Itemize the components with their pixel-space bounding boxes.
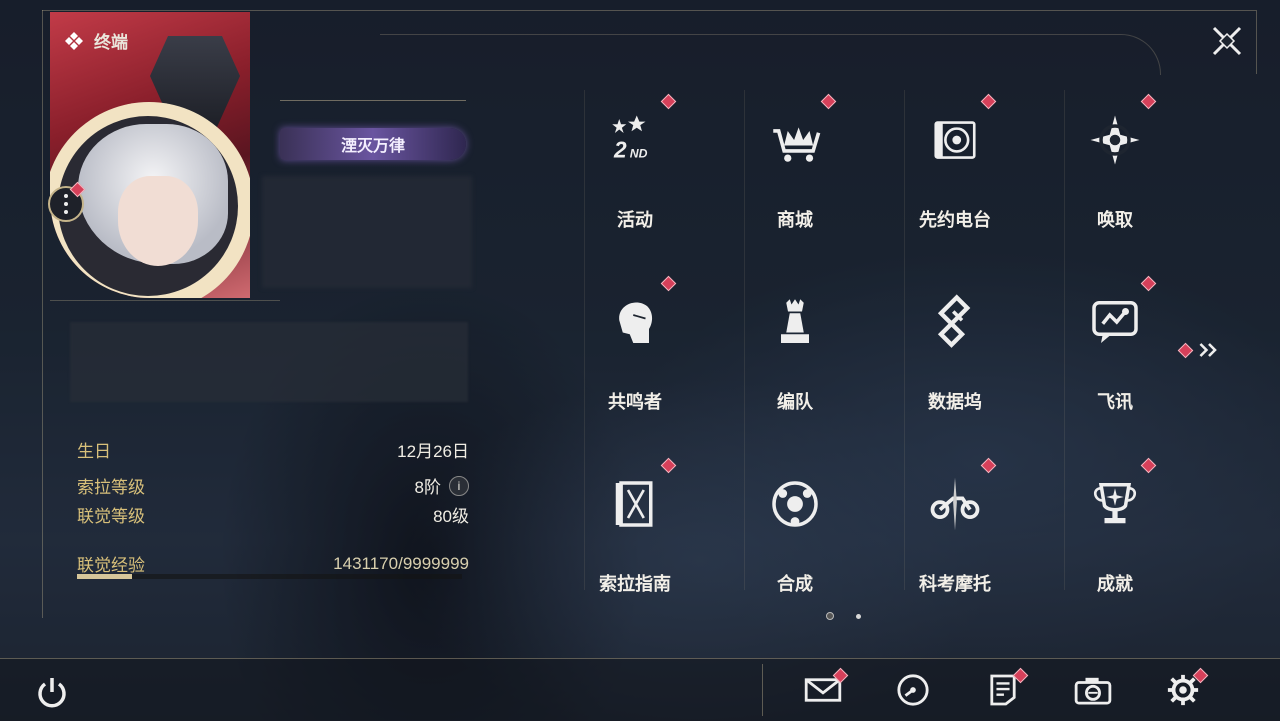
info-value: 12月26日 [397, 442, 469, 461]
menu-tile-label: 先约电台 [919, 210, 991, 230]
menu-tile-synthesis[interactable]: 合成 [735, 462, 855, 612]
menu-tile-achievements[interactable]: 成就 [1055, 457, 1175, 612]
profile-menu-button[interactable] [48, 181, 86, 222]
info-sola-level: 索拉等级 8阶 i [77, 473, 469, 498]
info-icon[interactable]: i [449, 475, 469, 496]
close-icon[interactable] [1206, 20, 1248, 62]
info-union-level: 联觉等级 80级 [77, 502, 469, 527]
avatar [58, 116, 238, 296]
clock-button[interactable] [893, 672, 933, 708]
mail-icon [804, 678, 842, 702]
terminal-header: 终端 [64, 28, 128, 53]
exp-progress-bar [77, 574, 462, 579]
menu-tile-label: 科考摩托 [919, 574, 991, 594]
info-value: 8阶 [414, 478, 441, 497]
camera-icon [1074, 677, 1112, 705]
title-badge-label: 湮灭万律 [340, 138, 405, 155]
menu-tile-label: 共鸣者 [608, 392, 662, 412]
menu-tile-motorbike[interactable]: 科考摩托 [895, 457, 1015, 612]
player-name-blurred [262, 176, 472, 288]
menu-tile-label: 数据坞 [928, 392, 982, 412]
info-label: 生日 [77, 442, 111, 461]
svg-text:2: 2 [613, 137, 627, 163]
bottom-separator [762, 664, 763, 716]
player-portrait[interactable] [50, 12, 250, 298]
title-badge[interactable]: 湮灭万律 [280, 128, 466, 160]
settings-button[interactable] [1163, 667, 1209, 708]
menu-tile-messages[interactable]: 飞讯 [1055, 275, 1175, 430]
camera-button[interactable] [1073, 672, 1113, 708]
frame-border-right [1256, 10, 1257, 74]
frame-border-top [42, 10, 1256, 11]
menu-tile-team[interactable]: 编队 [735, 280, 855, 430]
trophy-icon [1083, 472, 1147, 536]
info-label: 联觉经验 [77, 556, 145, 575]
character-head-icon [603, 290, 667, 354]
menu-tile-radio[interactable]: 先约电台 [895, 93, 1015, 248]
power-icon[interactable] [34, 674, 70, 710]
info-union-exp: 联觉经验 1431170/9999999 [77, 551, 469, 576]
event-2nd-icon: 2 ND [603, 108, 667, 172]
signature-blurred [70, 322, 468, 402]
clock-icon [897, 674, 929, 706]
synthesis-icon [763, 472, 827, 536]
portrait-divider [50, 300, 280, 301]
menu-tile-label: 唤取 [1097, 210, 1133, 230]
menu-tile-label: 索拉指南 [599, 574, 671, 594]
avatar-face [118, 176, 198, 266]
notes-button[interactable] [983, 667, 1029, 708]
menu-tile-label: 飞讯 [1097, 392, 1133, 412]
menu-tile-resonators[interactable]: 共鸣者 [575, 275, 695, 430]
page-indicator [826, 612, 861, 620]
frame-border-left [42, 10, 43, 618]
notes-icon [990, 674, 1016, 706]
info-birthday: 生日 12月26日 [77, 437, 469, 462]
diamonds-icon [65, 31, 83, 50]
info-value: 80级 [433, 507, 469, 526]
menu-tile-convene[interactable]: 唤取 [1055, 93, 1175, 248]
notification-badge [1177, 342, 1194, 358]
data-dock-icon [923, 290, 987, 354]
crown-cart-icon [763, 108, 827, 172]
menu-tile-label: 商城 [777, 210, 813, 230]
menu-tile-data-dock[interactable]: 数据坞 [895, 280, 1015, 430]
compass-star-icon [1083, 108, 1147, 172]
name-divider [280, 100, 466, 101]
svg-text:ND: ND [630, 147, 648, 161]
menu-tile-label: 合成 [777, 574, 813, 594]
page-title: 终端 [94, 33, 128, 52]
frame-arc [380, 34, 1161, 75]
page-dot-active[interactable] [826, 612, 834, 620]
info-value: 1431170/9999999 [333, 553, 469, 573]
next-page-button[interactable] [1177, 336, 1224, 364]
menu-tile-label: 活动 [617, 210, 653, 230]
menu-tile-label: 成就 [1097, 574, 1133, 594]
motorbike-icon [923, 472, 987, 536]
page-dot[interactable] [856, 613, 861, 619]
menu-tile-event[interactable]: 2 ND 活动 [575, 93, 695, 248]
menu-tile-label: 编队 [777, 392, 813, 412]
info-label: 联觉等级 [77, 507, 145, 526]
message-chat-icon [1083, 290, 1147, 354]
mail-button[interactable] [803, 667, 849, 708]
guide-book-icon [603, 472, 667, 536]
double-chevron-right-icon [1199, 343, 1217, 357]
chess-piece-icon [763, 290, 827, 354]
menu-tile-guide[interactable]: 索拉指南 [575, 457, 695, 612]
exp-progress-fill [77, 574, 133, 579]
menu-tile-shop[interactable]: 商城 [735, 93, 855, 248]
radio-icon [923, 108, 987, 172]
info-label: 索拉等级 [77, 478, 145, 497]
